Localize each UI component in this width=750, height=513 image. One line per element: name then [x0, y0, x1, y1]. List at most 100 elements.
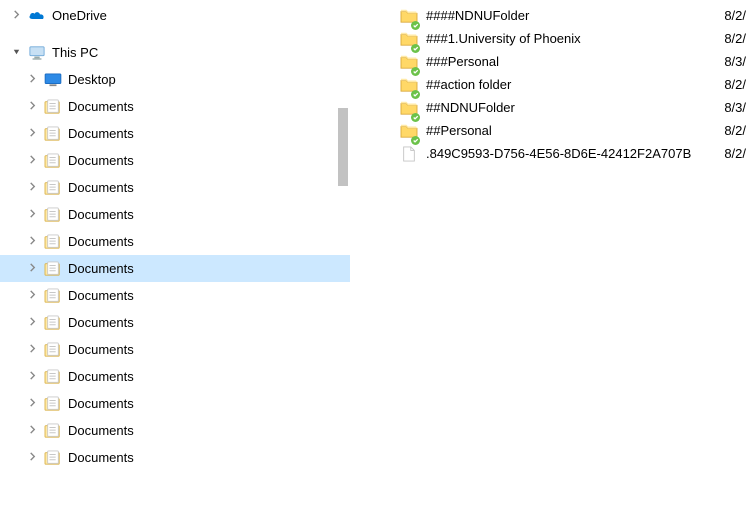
nav-documents[interactable]: Documents: [0, 147, 350, 174]
onedrive-icon: [28, 7, 46, 25]
list-item[interactable]: ###Personal 8/3/: [350, 50, 750, 73]
chevron-right-icon[interactable]: [24, 125, 40, 141]
nav-documents[interactable]: Documents: [0, 390, 350, 417]
item-name: .849C9593-D756-4E56-8D6E-42412F2A707B: [426, 146, 710, 161]
desktop-icon: [44, 71, 62, 89]
nav-onedrive[interactable]: OneDrive: [0, 2, 350, 29]
documents-library-icon: [44, 341, 62, 359]
nav-item-label: Documents: [68, 288, 350, 303]
item-name: ##Personal: [426, 123, 710, 138]
chevron-right-icon[interactable]: [24, 449, 40, 465]
item-name: ###Personal: [426, 54, 710, 69]
file-list-pane: ####NDNUFolder 8/2/ ###1.University of P…: [350, 0, 750, 513]
file-icon: [400, 145, 418, 163]
nav-documents[interactable]: Documents: [0, 309, 350, 336]
folder-sync-icon: [400, 30, 418, 48]
nav-item-label: Documents: [68, 180, 350, 195]
documents-library-icon: [44, 206, 62, 224]
chevron-right-icon[interactable]: [24, 71, 40, 87]
documents-library-icon: [44, 179, 62, 197]
nav-documents[interactable]: Documents: [0, 228, 350, 255]
navigation-pane: OneDrive This PC Desktop: [0, 0, 350, 513]
item-name: ###1.University of Phoenix: [426, 31, 710, 46]
item-date: 8/3/: [710, 100, 750, 115]
item-date: 8/2/: [710, 31, 750, 46]
list-item[interactable]: ####NDNUFolder 8/2/: [350, 4, 750, 27]
nav-item-label: OneDrive: [52, 8, 350, 23]
list-item[interactable]: ##Personal 8/2/: [350, 119, 750, 142]
nav-documents[interactable]: Documents: [0, 282, 350, 309]
documents-library-icon: [44, 233, 62, 251]
nav-item-label: Documents: [68, 396, 350, 411]
list-item[interactable]: ##action folder 8/2/: [350, 73, 750, 96]
item-name: ####NDNUFolder: [426, 8, 710, 23]
nav-item-label: Documents: [68, 369, 350, 384]
nav-documents[interactable]: Documents: [0, 174, 350, 201]
nav-item-label: Desktop: [68, 72, 350, 87]
list-item[interactable]: ##NDNUFolder 8/3/: [350, 96, 750, 119]
folder-sync-icon: [400, 122, 418, 140]
nav-documents[interactable]: Documents: [0, 336, 350, 363]
item-date: 8/2/: [710, 123, 750, 138]
scrollbar-thumb[interactable]: [338, 108, 348, 186]
nav-documents[interactable]: Documents: [0, 201, 350, 228]
nav-item-label: Documents: [68, 315, 350, 330]
documents-library-icon: [44, 395, 62, 413]
nav-item-label: Documents: [68, 99, 350, 114]
nav-desktop[interactable]: Desktop: [0, 66, 350, 93]
this-pc-icon: [28, 44, 46, 62]
chevron-right-icon[interactable]: [24, 287, 40, 303]
list-item[interactable]: ###1.University of Phoenix 8/2/: [350, 27, 750, 50]
documents-library-icon: [44, 260, 62, 278]
chevron-right-icon[interactable]: [24, 368, 40, 384]
item-name: ##NDNUFolder: [426, 100, 710, 115]
item-date: 8/2/: [710, 8, 750, 23]
chevron-right-icon[interactable]: [24, 98, 40, 114]
chevron-right-icon[interactable]: [24, 179, 40, 195]
nav-item-label: Documents: [68, 450, 350, 465]
nav-item-label: Documents: [68, 342, 350, 357]
documents-library-icon: [44, 287, 62, 305]
item-date: 8/3/: [710, 54, 750, 69]
nav-item-label: Documents: [68, 423, 350, 438]
documents-library-icon: [44, 98, 62, 116]
item-date: 8/2/: [710, 77, 750, 92]
nav-item-label: Documents: [68, 126, 350, 141]
folder-sync-icon: [400, 53, 418, 71]
folder-sync-icon: [400, 7, 418, 25]
chevron-right-icon[interactable]: [24, 314, 40, 330]
nav-documents[interactable]: Documents: [0, 363, 350, 390]
nav-documents[interactable]: Documents: [0, 120, 350, 147]
chevron-right-icon[interactable]: [24, 422, 40, 438]
documents-library-icon: [44, 368, 62, 386]
list-item[interactable]: .849C9593-D756-4E56-8D6E-42412F2A707B 8/…: [350, 142, 750, 165]
nav-item-label: Documents: [68, 207, 350, 222]
nav-documents[interactable]: Documents: [0, 444, 350, 471]
nav-documents[interactable]: Documents: [0, 93, 350, 120]
item-name: ##action folder: [426, 77, 710, 92]
chevron-right-icon[interactable]: [24, 341, 40, 357]
chevron-right-icon[interactable]: [24, 206, 40, 222]
nav-item-label: Documents: [68, 153, 350, 168]
vertical-scrollbar[interactable]: [334, 0, 350, 513]
nav-item-label: Documents: [68, 261, 350, 276]
documents-library-icon: [44, 422, 62, 440]
chevron-right-icon[interactable]: [24, 395, 40, 411]
chevron-down-icon[interactable]: [8, 44, 24, 60]
item-date: 8/2/: [710, 146, 750, 161]
documents-library-icon: [44, 125, 62, 143]
chevron-right-icon[interactable]: [24, 152, 40, 168]
nav-item-label: This PC: [52, 45, 350, 60]
chevron-right-icon[interactable]: [24, 233, 40, 249]
nav-item-label: Documents: [68, 234, 350, 249]
folder-sync-icon: [400, 76, 418, 94]
chevron-right-icon[interactable]: [8, 7, 24, 23]
documents-library-icon: [44, 449, 62, 467]
documents-library-icon: [44, 152, 62, 170]
nav-documents[interactable]: Documents: [0, 417, 350, 444]
nav-this-pc[interactable]: This PC: [0, 39, 350, 66]
documents-library-icon: [44, 314, 62, 332]
folder-sync-icon: [400, 99, 418, 117]
chevron-right-icon[interactable]: [24, 260, 40, 276]
nav-documents[interactable]: Documents: [0, 255, 350, 282]
